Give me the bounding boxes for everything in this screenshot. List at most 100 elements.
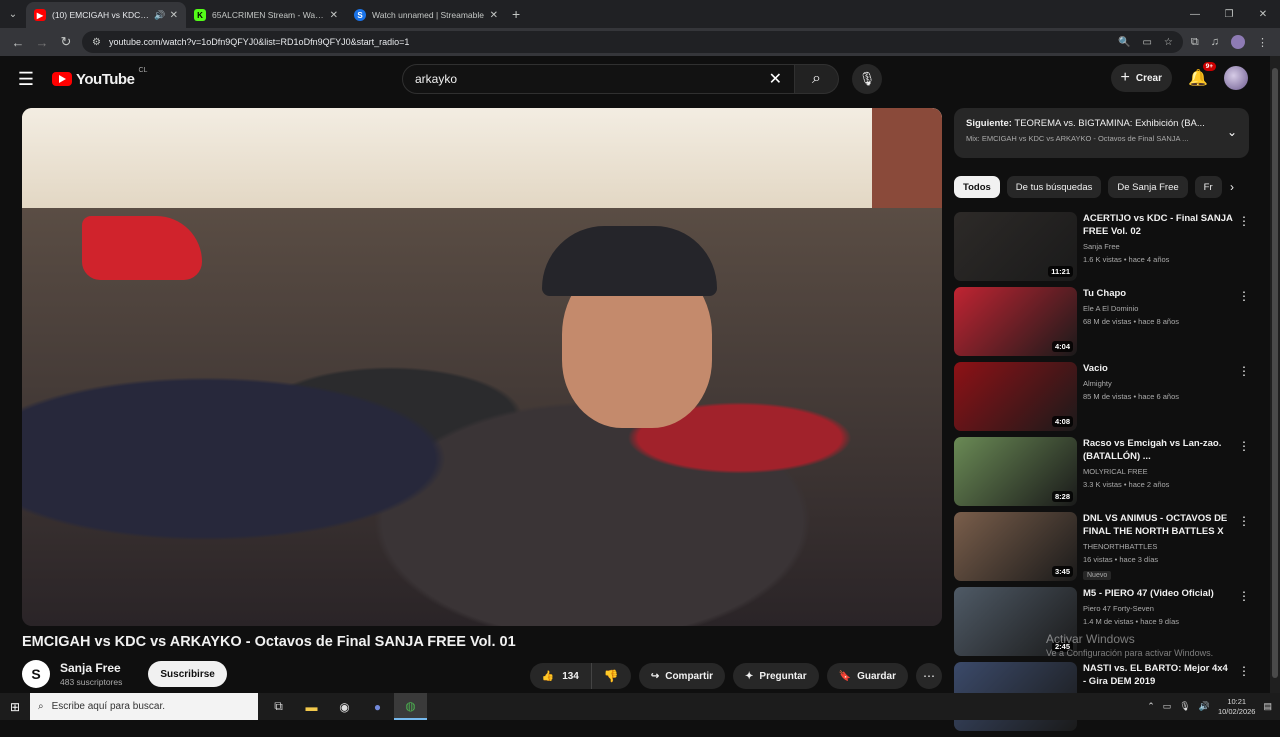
video-thumbnail[interactable]: 3:45: [954, 512, 1077, 581]
tab-search-icon[interactable]: ⌄: [0, 0, 26, 28]
recommendation-title[interactable]: DNL VS ANIMUS - OCTAVOS DE FINAL THE NOR…: [1083, 512, 1233, 538]
recommendation-title[interactable]: NASTI vs. EL BARTO: Mejor 4x4 - Gira DEM…: [1083, 662, 1233, 688]
recommendation-title[interactable]: Vacio: [1083, 362, 1233, 375]
scrollbar-thumb[interactable]: [1272, 68, 1278, 678]
video-player[interactable]: [22, 108, 942, 626]
zoom-icon[interactable]: 🔍: [1118, 37, 1130, 48]
like-button[interactable]: 👍 134: [530, 663, 592, 689]
minimize-icon[interactable]: —: [1178, 9, 1212, 20]
browser-profile-icon[interactable]: [1231, 35, 1245, 49]
video-thumbnail[interactable]: 8:28: [954, 437, 1077, 506]
clear-search-icon[interactable]: ✕: [769, 69, 782, 89]
search-button[interactable]: ⌕: [795, 64, 839, 94]
next-up-mix: Mix: EMCIGAH vs KDC vs ARKAYKO - Octavos…: [966, 134, 1189, 143]
chevron-down-icon[interactable]: ⌄: [1227, 125, 1237, 139]
new-badge: Nuevo: [1083, 571, 1112, 580]
recommendation-item[interactable]: 11:21 ACERTIJO vs KDC - Final SANJA FREE …: [954, 212, 1254, 287]
create-button[interactable]: + Crear: [1110, 64, 1172, 92]
recommendation-title[interactable]: ACERTIJO vs KDC - Final SANJA FREE Vol. …: [1083, 212, 1233, 238]
taskbar-search-input[interactable]: ⌕ Escribe aquí para buscar.: [30, 693, 258, 720]
recommendation-item[interactable]: 8:28 Racso vs Emcigah vs Lan-zao. (BATALL…: [954, 437, 1254, 512]
restore-icon[interactable]: ❐: [1212, 9, 1246, 20]
more-vertical-icon[interactable]: ⋮: [1238, 214, 1250, 228]
media-icon[interactable]: ♫: [1211, 36, 1219, 48]
mic-tray-icon[interactable]: 🎙: [1179, 701, 1190, 712]
recommendation-title[interactable]: M5 - PIERO 47 (Video Oficial): [1083, 587, 1233, 600]
recommendation-item[interactable]: 3:45 DNL VS ANIMUS - OCTAVOS DE FINAL THE…: [954, 512, 1254, 587]
app-icon[interactable]: ◉: [328, 693, 361, 720]
ask-button[interactable]: ✦ Preguntar: [733, 663, 819, 689]
cast-icon[interactable]: ▭: [1142, 37, 1151, 48]
chip-from-searches[interactable]: De tus búsquedas: [1006, 176, 1102, 198]
back-icon[interactable]: ←: [6, 30, 30, 54]
more-actions-button[interactable]: ⋯: [916, 663, 942, 689]
more-vertical-icon[interactable]: ⋮: [1238, 289, 1250, 303]
recommendation-channel[interactable]: THENORTHBATTLES: [1083, 542, 1233, 551]
notifications-button[interactable]: 🔔 9+: [1186, 62, 1216, 88]
recommendation-channel[interactable]: MOLYRICAL FREE: [1083, 467, 1233, 476]
chip-all[interactable]: Todos: [954, 176, 1000, 198]
site-info-icon[interactable]: ⚙: [92, 37, 101, 48]
tab-youtube[interactable]: ▶ (10) EMCIGAH vs KDC vs AR 🔊 ✕: [26, 2, 186, 28]
tab-kick[interactable]: K 65ALCRIMEN Stream - Watch L ✕: [186, 2, 346, 28]
extensions-icon[interactable]: ⧉: [1191, 36, 1199, 49]
chip-from-channel[interactable]: De Sanja Free: [1108, 176, 1188, 198]
tab-close-icon[interactable]: ✕: [330, 10, 338, 21]
task-view-icon[interactable]: ⧉: [262, 693, 295, 720]
windows-start-icon[interactable]: ⊞: [0, 700, 30, 714]
subscriber-count: 483 suscriptores: [60, 677, 123, 687]
more-vertical-icon[interactable]: ⋮: [1238, 664, 1250, 678]
channel-avatar[interactable]: S: [22, 660, 50, 688]
search-input[interactable]: arkayko ✕: [402, 64, 795, 94]
video-thumbnail[interactable]: 4:04: [954, 287, 1077, 356]
volume-icon[interactable]: 🔊: [1199, 701, 1210, 712]
recommendation-item[interactable]: 4:08 Vacio Almighty 85 M de vistas • hace 6…: [954, 362, 1254, 437]
tab-streamable[interactable]: S Watch unnamed | Streamable ✕: [346, 2, 506, 28]
voice-search-button[interactable]: 🎙: [852, 64, 882, 94]
speaker-icon[interactable]: 🔊: [154, 10, 165, 21]
subscribe-button[interactable]: Suscribirse: [148, 661, 227, 687]
guide-menu-icon[interactable]: ☰: [0, 69, 52, 90]
tab-close-icon[interactable]: ✕: [490, 10, 498, 21]
address-bar[interactable]: ⚙ youtube.com/watch?v=1oDfn9QFYJ0&list=R…: [82, 31, 1183, 53]
network-icon[interactable]: ▭: [1163, 701, 1172, 712]
youtube-logo[interactable]: YouTube CL: [52, 67, 147, 88]
recommendation-channel[interactable]: Sanja Free: [1083, 242, 1233, 251]
account-avatar[interactable]: [1224, 66, 1248, 90]
video-thumbnail[interactable]: 4:08: [954, 362, 1077, 431]
recommendation-channel[interactable]: Piero 47 Forty-Seven: [1083, 604, 1233, 613]
page-scrollbar[interactable]: [1270, 56, 1280, 696]
bookmark-star-icon[interactable]: ☆: [1164, 37, 1173, 48]
more-vertical-icon[interactable]: ⋮: [1238, 589, 1250, 603]
playlist-next-up[interactable]: Siguiente: TEOREMA vs. BIGTAMINA: Exhibi…: [954, 108, 1249, 158]
window-close-icon[interactable]: ✕: [1246, 9, 1280, 20]
filter-chips: Todos De tus búsquedas De Sanja Free Fr: [954, 175, 1249, 199]
more-vertical-icon[interactable]: ⋮: [1238, 514, 1250, 528]
discord-icon[interactable]: ●: [361, 693, 394, 720]
share-button[interactable]: ↪ Compartir: [638, 663, 726, 689]
dislike-button[interactable]: 👎: [592, 663, 631, 689]
save-button[interactable]: 🔖 Guardar: [826, 663, 908, 689]
recommendation-item[interactable]: 4:04 Tu Chapo Ele A El Dominio 68 M de vist…: [954, 287, 1254, 362]
new-tab-icon[interactable]: +: [512, 6, 520, 22]
search-icon: ⌕: [812, 70, 821, 87]
recommendation-channel[interactable]: Almighty: [1083, 379, 1233, 388]
more-vertical-icon[interactable]: ⋮: [1238, 439, 1250, 453]
recommendation-title[interactable]: Racso vs Emcigah vs Lan-zao. (BATALLÓN) …: [1083, 437, 1233, 463]
recommendation-channel[interactable]: Ele A El Dominio: [1083, 304, 1233, 313]
reload-icon[interactable]: ↻: [54, 30, 78, 54]
tab-close-icon[interactable]: ✕: [170, 10, 178, 21]
channel-name[interactable]: Sanja Free: [60, 661, 122, 675]
recommendation-title[interactable]: Tu Chapo: [1083, 287, 1233, 300]
notifications-center-icon[interactable]: ▤: [1263, 701, 1272, 712]
clock[interactable]: 10:21 10/02/2026: [1218, 697, 1256, 717]
chrome-icon[interactable]: ◍: [394, 693, 427, 720]
file-explorer-icon[interactable]: ▬: [295, 693, 328, 720]
tray-chevron-icon[interactable]: ⌃: [1147, 701, 1155, 712]
chevron-right-icon[interactable]: ›: [1222, 176, 1242, 198]
chip-more[interactable]: Fr: [1194, 176, 1222, 198]
more-vertical-icon[interactable]: ⋮: [1238, 364, 1250, 378]
browser-menu-icon[interactable]: ⋮: [1257, 36, 1268, 49]
forward-icon[interactable]: →: [30, 30, 54, 54]
video-thumbnail[interactable]: 11:21: [954, 212, 1077, 281]
